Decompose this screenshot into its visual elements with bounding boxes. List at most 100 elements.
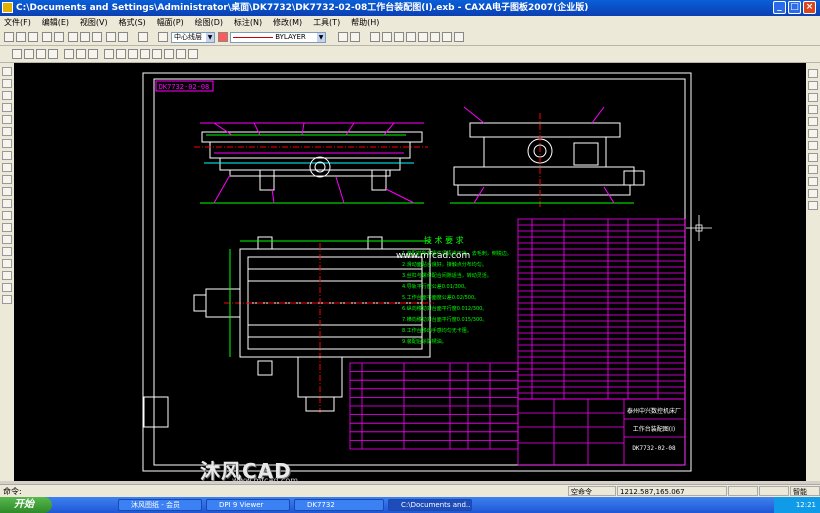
zoom-all-icon[interactable]: [164, 49, 174, 59]
zoom-in-icon[interactable]: [140, 49, 150, 59]
chevron-down-icon: ▼: [317, 33, 325, 42]
menu-draw[interactable]: 绘图(D): [191, 16, 227, 29]
dimension-icon[interactable]: [2, 247, 12, 256]
extend-icon[interactable]: [808, 153, 818, 162]
circle-icon[interactable]: [2, 91, 12, 100]
bom-icon[interactable]: [48, 49, 58, 59]
code-box-text: DK7732-02-08: [159, 83, 210, 91]
start-button[interactable]: 开始: [0, 497, 52, 513]
open-file-icon[interactable]: [16, 32, 26, 42]
point-icon[interactable]: [2, 127, 12, 136]
menu-modify[interactable]: 修改(M): [269, 16, 306, 29]
task-button[interactable]: DPI 9 Viewer: [206, 499, 290, 511]
fill-icon[interactable]: [2, 223, 12, 232]
parts-icon[interactable]: [64, 49, 74, 59]
linetype-combo[interactable]: BYLAYER ▼: [230, 32, 326, 43]
rotate-icon[interactable]: [808, 93, 818, 102]
layer-combo[interactable]: 中心线层 ▼: [171, 32, 215, 43]
menu-edit[interactable]: 编辑(E): [38, 16, 73, 29]
grid-icon[interactable]: [382, 32, 392, 42]
match-icon[interactable]: [350, 32, 360, 42]
menu-sheet[interactable]: 幅面(P): [153, 16, 188, 29]
zoom-realtime-icon[interactable]: [188, 49, 198, 59]
titleblock-icon[interactable]: [36, 49, 46, 59]
sheet-icon[interactable]: [12, 49, 22, 59]
menu-view[interactable]: 视图(V): [76, 16, 112, 29]
image-icon[interactable]: [2, 283, 12, 292]
zoom-window-icon[interactable]: [128, 49, 138, 59]
chamfer-icon[interactable]: [808, 177, 818, 186]
cut-icon[interactable]: [68, 32, 78, 42]
track-icon[interactable]: [406, 32, 416, 42]
close-button[interactable]: ×: [803, 1, 816, 14]
properties-icon[interactable]: [338, 32, 348, 42]
polygon-icon[interactable]: [2, 163, 12, 172]
bom-table-right: [517, 218, 686, 400]
redraw-icon[interactable]: [104, 49, 114, 59]
settings-icon[interactable]: [454, 32, 464, 42]
side-view: [450, 106, 645, 208]
save-icon[interactable]: [28, 32, 38, 42]
drawing-canvas[interactable]: DK7732-02-08 技 术 要 求 1.装配前所有零件须清洗干净，去毛刺，…: [14, 63, 806, 481]
ellipse-icon[interactable]: [2, 139, 12, 148]
stretch-icon[interactable]: [808, 201, 818, 210]
library-icon[interactable]: [76, 49, 86, 59]
zoom-previous-icon[interactable]: [176, 49, 186, 59]
leader-icon[interactable]: [2, 295, 12, 304]
minimize-button[interactable]: _: [773, 1, 786, 14]
block-insert-icon[interactable]: [2, 271, 12, 280]
pan-icon[interactable]: [116, 49, 126, 59]
layer-icon[interactable]: [158, 32, 168, 42]
status-cell-blank2: [759, 486, 789, 496]
spline-icon[interactable]: [2, 115, 12, 124]
query-icon[interactable]: [430, 32, 440, 42]
menu-help[interactable]: 帮助(H): [347, 16, 383, 29]
task-button-active[interactable]: C:\Documents and...: [388, 499, 472, 511]
redo-icon[interactable]: [118, 32, 128, 42]
menu-annotate[interactable]: 标注(N): [230, 16, 266, 29]
ortho-icon[interactable]: [394, 32, 404, 42]
measure-icon[interactable]: [418, 32, 428, 42]
preview-icon[interactable]: [54, 32, 64, 42]
copy-icon[interactable]: [80, 32, 90, 42]
fillet-icon[interactable]: [808, 165, 818, 174]
help-icon[interactable]: [138, 32, 148, 42]
equidistant-icon[interactable]: [2, 199, 12, 208]
zoom-out-icon[interactable]: [152, 49, 162, 59]
menu-bar: 文件(F) 编辑(E) 视图(V) 格式(S) 幅面(P) 绘图(D) 标注(N…: [0, 16, 820, 29]
block-icon[interactable]: [88, 49, 98, 59]
parallel-icon[interactable]: [2, 79, 12, 88]
scale-icon[interactable]: [808, 117, 818, 126]
menu-tools[interactable]: 工具(T): [309, 16, 344, 29]
maximize-button[interactable]: □: [788, 1, 801, 14]
task-button[interactable]: 沐风图纸 - 会员: [118, 499, 202, 511]
snap-mode-select[interactable]: 智能: [790, 486, 820, 496]
snap-icon[interactable]: [370, 32, 380, 42]
move-icon[interactable]: [808, 81, 818, 90]
area-icon[interactable]: [442, 32, 452, 42]
color-icon[interactable]: [218, 32, 228, 42]
tech-line: 9.装配后涂防锈油。: [402, 338, 447, 345]
hatch-icon[interactable]: [2, 211, 12, 220]
mirror-icon[interactable]: [808, 105, 818, 114]
break-icon[interactable]: [808, 189, 818, 198]
rectangle-icon[interactable]: [2, 151, 12, 160]
delete-icon[interactable]: [808, 69, 818, 78]
trim-icon[interactable]: [808, 141, 818, 150]
tech-title: 技 术 要 求: [424, 235, 464, 245]
angle-icon[interactable]: [2, 259, 12, 268]
menu-file[interactable]: 文件(F): [0, 16, 35, 29]
new-file-icon[interactable]: [4, 32, 14, 42]
menu-format[interactable]: 格式(S): [114, 16, 149, 29]
print-icon[interactable]: [42, 32, 52, 42]
frame-icon[interactable]: [24, 49, 34, 59]
arc-icon[interactable]: [2, 103, 12, 112]
centerline-icon[interactable]: [2, 175, 12, 184]
text-icon[interactable]: [2, 235, 12, 244]
undo-icon[interactable]: [106, 32, 116, 42]
polyline-icon[interactable]: [2, 187, 12, 196]
array-icon[interactable]: [808, 129, 818, 138]
task-button[interactable]: DK7732: [294, 499, 384, 511]
paste-icon[interactable]: [92, 32, 102, 42]
line-icon[interactable]: [2, 67, 12, 76]
